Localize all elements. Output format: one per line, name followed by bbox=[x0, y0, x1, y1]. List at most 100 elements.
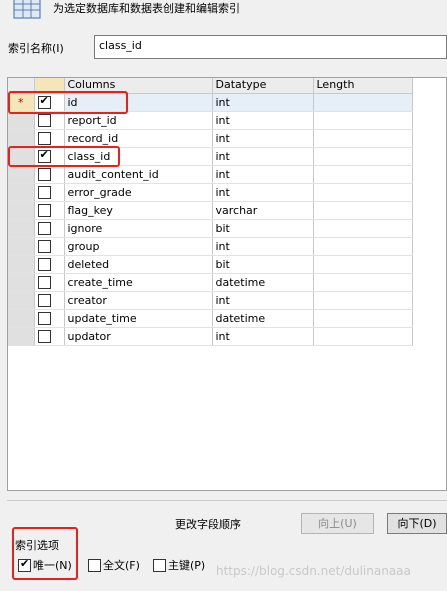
fulltext-option[interactable]: 全文(F) bbox=[88, 557, 140, 573]
row-checkbox[interactable] bbox=[37, 221, 51, 235]
column-name-cell: report_id bbox=[64, 111, 213, 130]
row-checkbox-cell[interactable] bbox=[34, 111, 65, 130]
primary-key-checkbox[interactable] bbox=[153, 558, 166, 572]
length-cell[interactable] bbox=[313, 111, 413, 130]
row-checkbox[interactable] bbox=[37, 239, 51, 253]
table-row[interactable]: ignore bit bbox=[8, 219, 413, 238]
row-marker[interactable] bbox=[8, 165, 35, 184]
length-cell[interactable] bbox=[313, 183, 413, 202]
row-marker[interactable] bbox=[8, 291, 35, 310]
row-marker[interactable] bbox=[8, 147, 35, 166]
move-up-button[interactable]: 向上(U) bbox=[301, 513, 374, 534]
column-name-cell: audit_content_id bbox=[64, 165, 213, 184]
table-row[interactable]: updator int bbox=[8, 327, 413, 346]
row-marker[interactable] bbox=[8, 219, 35, 238]
length-cell[interactable] bbox=[313, 93, 413, 112]
length-cell[interactable] bbox=[313, 165, 413, 184]
length-header[interactable]: Length bbox=[313, 78, 413, 94]
table-row[interactable]: audit_content_id int bbox=[8, 165, 413, 184]
fulltext-checkbox[interactable] bbox=[88, 558, 101, 572]
datatype-cell: int bbox=[212, 93, 314, 112]
row-marker[interactable] bbox=[8, 255, 35, 274]
row-marker[interactable] bbox=[8, 183, 35, 202]
row-marker[interactable]: * bbox=[8, 93, 35, 112]
table-row[interactable]: deleted bit bbox=[8, 255, 413, 274]
row-checkbox-cell[interactable] bbox=[34, 309, 65, 328]
length-cell[interactable] bbox=[313, 219, 413, 238]
dialog-header: 为选定数据库和数据表创建和编辑索引 bbox=[0, 0, 447, 22]
row-marker[interactable] bbox=[8, 201, 35, 220]
row-checkbox-cell[interactable] bbox=[34, 183, 65, 202]
primary-key-option[interactable]: 主键(P) bbox=[153, 557, 205, 573]
row-marker[interactable] bbox=[8, 309, 35, 328]
datatype-cell: datetime bbox=[212, 273, 314, 292]
length-cell[interactable] bbox=[313, 273, 413, 292]
column-name-cell: create_time bbox=[64, 273, 213, 292]
table-row[interactable]: creator int bbox=[8, 291, 413, 310]
row-checkbox[interactable] bbox=[37, 329, 51, 343]
length-cell[interactable] bbox=[313, 147, 413, 166]
row-checkbox[interactable] bbox=[37, 94, 51, 109]
row-marker[interactable] bbox=[8, 129, 35, 148]
datatype-header[interactable]: Datatype bbox=[212, 78, 314, 94]
index-name-label: 索引名称(I) bbox=[8, 42, 64, 55]
column-name-cell: class_id bbox=[64, 147, 213, 166]
row-checkbox[interactable] bbox=[37, 113, 51, 127]
datatype-cell: varchar bbox=[212, 201, 314, 220]
row-checkbox[interactable] bbox=[37, 131, 51, 145]
row-checkbox-cell[interactable] bbox=[34, 237, 65, 256]
table-row[interactable]: report_id int bbox=[8, 111, 413, 130]
length-cell[interactable] bbox=[313, 237, 413, 256]
row-checkbox-cell[interactable] bbox=[34, 219, 65, 238]
row-marker[interactable] bbox=[8, 237, 35, 256]
unique-option[interactable]: 唯一(N) bbox=[18, 557, 72, 573]
table-row[interactable]: record_id int bbox=[8, 129, 413, 148]
column-name-cell: group bbox=[64, 237, 213, 256]
length-cell[interactable] bbox=[313, 255, 413, 274]
row-checkbox[interactable] bbox=[37, 275, 51, 289]
row-checkbox-cell[interactable] bbox=[34, 255, 65, 274]
row-marker[interactable] bbox=[8, 111, 35, 130]
table-row[interactable]: flag_key varchar bbox=[8, 201, 413, 220]
row-checkbox[interactable] bbox=[37, 167, 51, 181]
row-checkbox-cell[interactable] bbox=[34, 129, 65, 148]
table-row[interactable]: create_time datetime bbox=[8, 273, 413, 292]
unique-checkbox[interactable] bbox=[18, 557, 31, 572]
index-name-input[interactable]: class_id bbox=[94, 35, 447, 59]
database-table-icon bbox=[13, 0, 41, 19]
table-row[interactable]: update_time datetime bbox=[8, 309, 413, 328]
dialog-title: 为选定数据库和数据表创建和编辑索引 bbox=[53, 2, 240, 15]
datatype-cell: int bbox=[212, 129, 314, 148]
row-checkbox-cell[interactable] bbox=[34, 201, 65, 220]
row-checkbox[interactable] bbox=[37, 148, 51, 163]
length-cell[interactable] bbox=[313, 309, 413, 328]
row-checkbox[interactable] bbox=[37, 257, 51, 271]
table-row[interactable]: error_grade int bbox=[8, 183, 413, 202]
length-cell[interactable] bbox=[313, 201, 413, 220]
row-checkbox-cell[interactable] bbox=[34, 165, 65, 184]
length-cell[interactable] bbox=[313, 291, 413, 310]
row-marker[interactable] bbox=[8, 273, 35, 292]
column-name-cell: id bbox=[64, 93, 213, 112]
columns-header[interactable]: Columns bbox=[64, 78, 213, 94]
table-row[interactable]: group int bbox=[8, 237, 413, 256]
length-cell[interactable] bbox=[313, 327, 413, 346]
row-checkbox[interactable] bbox=[37, 203, 51, 217]
datatype-cell: bit bbox=[212, 255, 314, 274]
row-checkbox[interactable] bbox=[37, 185, 51, 199]
row-checkbox[interactable] bbox=[37, 311, 51, 325]
table-row[interactable]: * idint bbox=[8, 93, 413, 112]
row-checkbox-cell[interactable] bbox=[34, 291, 65, 310]
length-cell[interactable] bbox=[313, 129, 413, 148]
columns-grid: Columns Datatype Length *idintreport_idi… bbox=[7, 77, 447, 491]
row-checkbox-cell[interactable] bbox=[34, 93, 65, 112]
move-down-button[interactable]: 向下(D) bbox=[387, 513, 447, 534]
row-checkbox-cell[interactable] bbox=[34, 273, 65, 292]
primary-key-label: 主键(P) bbox=[168, 559, 206, 572]
row-checkbox-cell[interactable] bbox=[34, 327, 65, 346]
row-checkbox[interactable] bbox=[37, 293, 51, 307]
row-checkbox-cell[interactable] bbox=[34, 147, 65, 166]
row-marker[interactable] bbox=[8, 327, 35, 346]
column-name-cell: updator bbox=[64, 327, 213, 346]
table-row[interactable]: class_idint bbox=[8, 147, 413, 166]
